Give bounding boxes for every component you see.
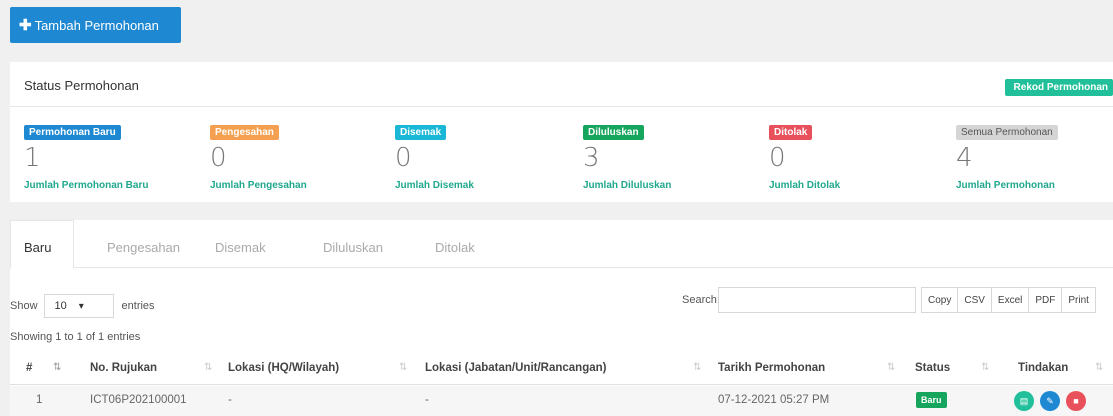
sort-icon[interactable]: ⇅ <box>1095 362 1103 373</box>
sort-icon[interactable]: ⇅ <box>53 362 61 373</box>
column-header-number[interactable]: # <box>26 362 32 374</box>
stat-count: 4 <box>956 143 973 173</box>
table-info: Showing 1 to 1 of 1 entries <box>10 331 141 343</box>
status-panel-title: Status Permohonan <box>24 78 139 93</box>
add-application-label: Tambah Permohonan <box>34 17 159 33</box>
cell-tarikh: 07-12-2021 05:27 PM <box>718 394 830 406</box>
column-header-tindakan[interactable]: Tindakan <box>1018 362 1068 374</box>
stat-label[interactable]: Jumlah Permohonan <box>956 180 1113 191</box>
stat-label[interactable]: Jumlah Diluluskan <box>583 180 763 191</box>
rekod-permohonan-button[interactable]: Rekod Permohonan <box>1004 79 1113 96</box>
sort-icon[interactable]: ⇅ <box>887 362 895 373</box>
sort-icon[interactable]: ⇅ <box>981 362 989 373</box>
chevron-down-icon: ▾ <box>78 300 84 312</box>
stat-label[interactable]: Jumlah Permohonan Baru <box>24 180 204 191</box>
column-header-lokasi-hq[interactable]: Lokasi (HQ/Wilayah) <box>228 362 339 374</box>
applications-panel: Baru Pengesahan Disemak Diluluskan Ditol… <box>10 220 1113 416</box>
stat-badge: Semua Permohonan <box>956 125 1058 140</box>
stat-count: 3 <box>583 143 600 173</box>
pdf-button[interactable]: PDF <box>1029 288 1063 312</box>
delete-icon[interactable]: ■ <box>1066 391 1086 411</box>
stat-diluluskan: Diluluskan 3 Jumlah Diluluskan <box>583 122 763 191</box>
tab-bar: Baru Pengesahan Disemak Diluluskan Ditol… <box>10 220 1113 269</box>
column-header-status[interactable]: Status <box>915 362 950 374</box>
tab-diluluskan[interactable]: Diluluskan <box>323 240 383 255</box>
csv-button[interactable]: CSV <box>958 288 992 312</box>
stat-disemak: Disemak 0 Jumlah Disemak <box>395 122 575 191</box>
stat-badge: Disemak <box>395 125 447 140</box>
column-header-rujukan[interactable]: No. Rujukan <box>90 362 157 374</box>
tab-disemak[interactable]: Disemak <box>215 240 266 255</box>
cell-rujukan: ICT06P202100001 <box>90 394 187 406</box>
sort-icon[interactable]: ⇅ <box>399 362 407 373</box>
cell-lokasi-jabatan: - <box>425 394 429 406</box>
stat-semua-permohonan: Semua Permohonan 4 Jumlah Permohonan <box>956 122 1113 191</box>
sort-icon[interactable]: ⇅ <box>204 362 212 373</box>
entries-length-control: Show 10 ▾ entries <box>10 294 155 318</box>
copy-button[interactable]: Copy <box>922 288 959 312</box>
search-label: Search: <box>682 294 720 306</box>
status-panel: Status Permohonan Rekod Permohonan Permo… <box>10 62 1113 202</box>
stat-count: 0 <box>769 143 786 173</box>
sort-icon[interactable]: ⇅ <box>693 362 701 373</box>
cell-lokasi-hq: - <box>228 394 232 406</box>
edit-icon[interactable]: ✎ <box>1040 391 1060 411</box>
stat-label[interactable]: Jumlah Pengesahan <box>210 180 390 191</box>
add-application-button[interactable]: ✚ Tambah Permohonan <box>10 7 181 43</box>
stat-count: 1 <box>24 143 41 173</box>
plus-icon: ✚ <box>19 17 32 34</box>
print-button[interactable]: Print <box>1062 288 1095 312</box>
export-buttons: Copy CSV Excel PDF Print <box>921 287 1096 313</box>
divider <box>10 106 1113 107</box>
stat-badge: Permohonan Baru <box>24 125 121 140</box>
stat-badge: Pengesahan <box>210 125 279 140</box>
tab-pengesahan[interactable]: Pengesahan <box>107 240 180 255</box>
stat-label[interactable]: Jumlah Ditolak <box>769 180 949 191</box>
stat-badge: Ditolak <box>769 125 813 140</box>
stat-count: 0 <box>395 143 412 173</box>
stat-badge: Diluluskan <box>583 125 644 140</box>
tab-ditolak[interactable]: Ditolak <box>435 240 475 255</box>
column-header-tarikh[interactable]: Tarikh Permohonan <box>718 362 825 374</box>
stat-ditolak: Ditolak 0 Jumlah Ditolak <box>769 122 949 191</box>
stat-count: 0 <box>210 143 227 173</box>
entries-value: 10 <box>54 300 67 312</box>
view-icon[interactable]: ▤ <box>1014 391 1034 411</box>
column-header-lokasi-jabatan[interactable]: Lokasi (Jabatan/Unit/Rancangan) <box>425 362 606 374</box>
entries-label: entries <box>121 300 155 312</box>
stat-pengesahan: Pengesahan 0 Jumlah Pengesahan <box>210 122 390 191</box>
stat-label[interactable]: Jumlah Disemak <box>395 180 575 191</box>
entries-select[interactable]: 10 ▾ <box>43 294 114 318</box>
table-row: 1 ICT06P202100001 - - 07-12-2021 05:27 P… <box>10 386 1113 416</box>
search-input[interactable] <box>718 287 916 313</box>
show-label: Show <box>10 300 38 312</box>
stat-permohonan-baru: Permohonan Baru 1 Jumlah Permohonan Baru <box>24 122 204 191</box>
tab-baru[interactable]: Baru <box>24 240 51 255</box>
cell-number: 1 <box>36 394 43 406</box>
excel-button[interactable]: Excel <box>992 288 1030 312</box>
status-badge: Baru <box>916 392 947 408</box>
table-header: # ⇅ No. Rujukan ⇅ Lokasi (HQ/Wilayah) ⇅ … <box>10 353 1113 385</box>
